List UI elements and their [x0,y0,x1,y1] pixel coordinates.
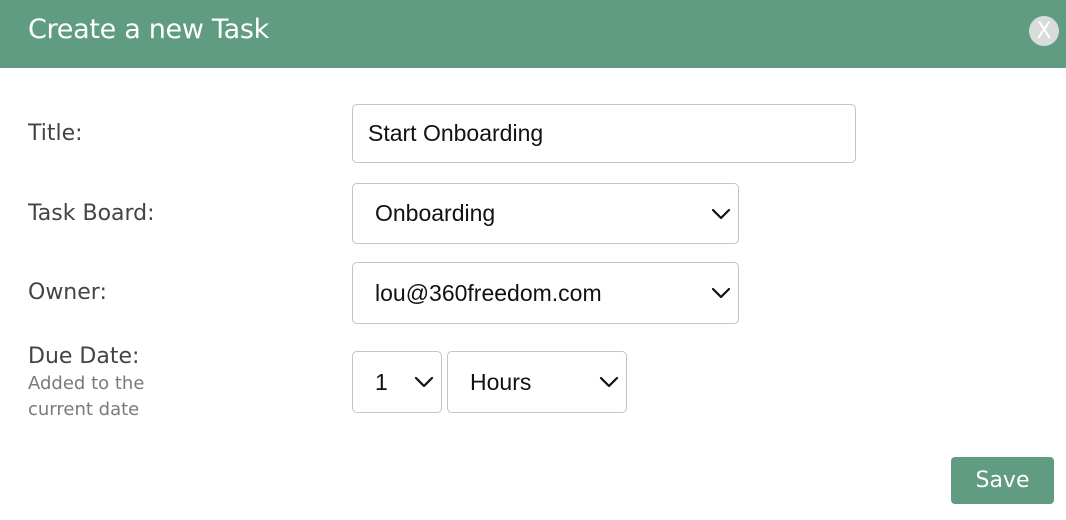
due-amount-select[interactable]: 1 [352,351,442,413]
chevron-down-icon [711,287,731,299]
chevron-down-icon [599,376,619,388]
task-board-label: Task Board: [28,201,155,226]
owner-select[interactable]: lou@360freedom.com [352,262,739,324]
chevron-down-icon [711,208,731,219]
owner-label: Owner: [28,280,107,305]
owner-select-value: lou@360freedom.com [375,279,602,306]
title-input-value: Start Onboarding [368,120,544,146]
due-amount-select-value: 1 [375,368,388,395]
dialog-title: Create a new Task [28,14,269,45]
task-board-select-value: Onboarding [375,200,496,226]
chevron-down-icon [414,376,434,388]
save-button[interactable]: Save [951,457,1054,504]
due-unit-select-value: Hours [470,368,532,395]
dialog-header: Create a new Task X [0,0,1066,68]
due-date-hint-line2: current date [28,399,140,420]
title-label: Title: [28,121,83,146]
title-input[interactable]: Start Onboarding [352,104,856,163]
due-date-label: Due Date: [28,344,140,369]
close-button[interactable]: X [1029,16,1059,46]
due-date-hint-line1: Added to the [28,373,145,394]
due-unit-select[interactable]: Hours [447,351,627,413]
task-board-select[interactable]: Onboarding [352,183,739,244]
